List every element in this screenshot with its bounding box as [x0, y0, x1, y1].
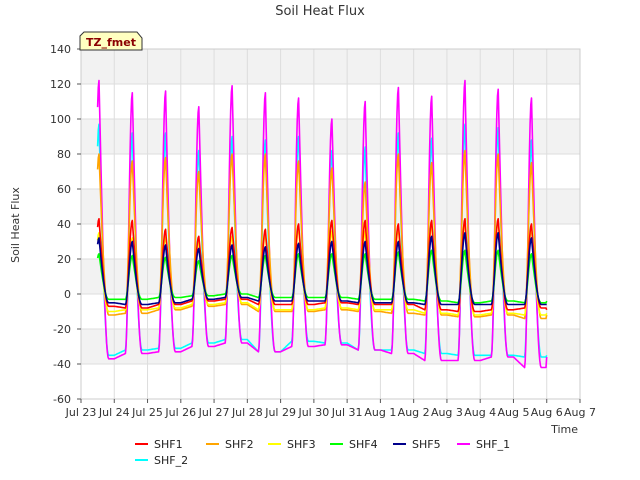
y-tick-label: 100 — [50, 113, 71, 126]
legend-label-shf4: SHF4 — [349, 438, 378, 451]
site-badge: TZ_fmet — [79, 31, 143, 51]
x-axis-title: Time — [550, 423, 578, 436]
y-axis-title: Soil Heat Flux — [9, 187, 22, 263]
soil-heat-flux-chart: Soil Heat Flux -60 -40 -20 0 20 40 60 80 100 120 1… — [9, 4, 596, 467]
y-tick-label: -20 — [53, 323, 71, 336]
x-tick-label: Jul 31 — [331, 406, 363, 419]
x-tick-label: Aug 5 — [497, 406, 529, 419]
y-tick-label: 20 — [57, 253, 71, 266]
x-tick-label: Aug 6 — [531, 406, 563, 419]
y-tick-label: 140 — [50, 43, 71, 56]
x-tick-label: Jul 27 — [198, 406, 230, 419]
legend-label-shf2: SHF2 — [225, 438, 254, 451]
y-axis-ticks: -60 -40 -20 0 20 40 60 80 100 120 140 — [50, 43, 81, 406]
badge-label: TZ_fmet — [86, 36, 136, 49]
y-tick-label: 120 — [50, 78, 71, 91]
y-tick-label: -40 — [53, 358, 71, 371]
x-tick-label: Jul 23 — [65, 406, 97, 419]
y-tick-label: -60 — [53, 393, 71, 406]
y-tick-label: 60 — [57, 183, 71, 196]
legend-label-shf1: SHF1 — [154, 438, 183, 451]
x-tick-label: Aug 1 — [364, 406, 396, 419]
y-tick-label: 0 — [64, 288, 71, 301]
legend-label-shf-1: SHF_1 — [476, 438, 510, 451]
x-tick-label: Aug 3 — [431, 406, 463, 419]
y-tick-label: 40 — [57, 218, 71, 231]
legend-label-shf-2: SHF_2 — [154, 454, 188, 467]
chart-title: Soil Heat Flux — [275, 4, 365, 19]
x-tick-label: Aug 2 — [398, 406, 430, 419]
legend-label-shf3: SHF3 — [287, 438, 316, 451]
x-tick-label: Aug 7 — [564, 406, 596, 419]
x-tick-label: Jul 24 — [98, 406, 130, 419]
legend: SHF1 SHF2 SHF3 SHF4 SHF5 SHF_1 SHF_2 — [135, 438, 510, 467]
x-tick-label: Aug 4 — [464, 406, 496, 419]
x-axis-ticks: Jul 23 Jul 24 Jul 25 Jul 26 Jul 27 Jul 28 Jul … — [65, 399, 596, 419]
plot-band — [81, 49, 580, 84]
x-tick-label: Jul 26 — [164, 406, 196, 419]
x-tick-label: Jul 30 — [297, 406, 329, 419]
x-tick-label: Jul 29 — [264, 406, 296, 419]
x-tick-label: Jul 28 — [231, 406, 263, 419]
x-tick-label: Jul 25 — [131, 406, 163, 419]
y-tick-label: 80 — [57, 148, 71, 161]
legend-label-shf5: SHF5 — [412, 438, 441, 451]
